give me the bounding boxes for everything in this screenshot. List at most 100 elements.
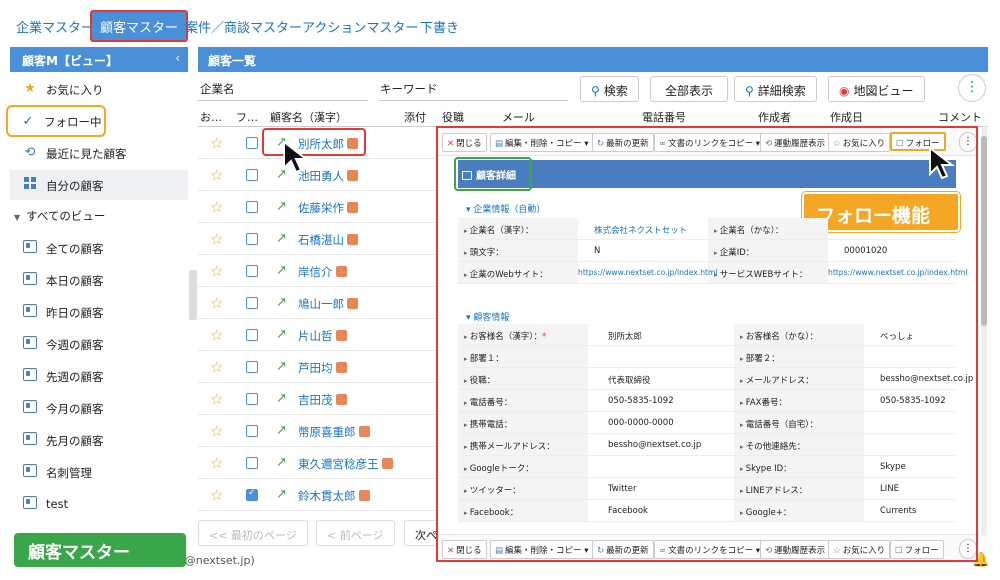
column-header-comment[interactable]: コメント <box>938 109 982 125</box>
star-outline-icon[interactable]: ☆ <box>210 454 223 472</box>
table-row[interactable]: ☆ ↗ 東久邇宮稔彦王 <box>198 447 438 479</box>
detail-more-button[interactable]: ⋮ <box>959 132 976 152</box>
follow-button[interactable]: ☐ フォロー <box>890 540 944 559</box>
tab-drafts[interactable]: 下書き <box>420 17 459 36</box>
detail-more-button[interactable]: ⋮ <box>959 539 976 559</box>
customer-name-link[interactable]: 吉田茂 <box>298 392 347 408</box>
customer-name-link[interactable]: 東久邇宮稔彦王 <box>298 456 393 472</box>
star-outline-icon[interactable]: ☆ <box>210 486 223 504</box>
follow-checkbox[interactable] <box>246 297 258 309</box>
copy-link-button[interactable]: ∞ 文書のリンクをコピー ▾ <box>654 540 766 559</box>
sidebar-item-my-customers[interactable]: 自分の顧客 <box>10 170 188 200</box>
customer-name-link[interactable]: 芦田均 <box>298 360 347 376</box>
customer-name-link[interactable]: 鈴木貫太郎 <box>298 488 370 504</box>
star-outline-icon[interactable]: ☆ <box>210 198 223 216</box>
advanced-search-button[interactable]: ⚲ 詳細検索 <box>734 76 817 102</box>
scrollbar-thumb[interactable] <box>981 136 987 326</box>
sidebar-view-item[interactable]: 名刺管理 <box>10 457 188 487</box>
table-row[interactable]: ☆ ↗ 幣原喜重郎 <box>198 415 438 447</box>
follow-checkbox[interactable] <box>246 169 258 181</box>
table-row[interactable]: ☆ ↗ 池田勇人 <box>198 159 438 191</box>
field-value[interactable]: https://www.nextset.co.jp/index.html <box>578 268 718 277</box>
main-scrollbar[interactable] <box>981 126 987 536</box>
follow-checkbox-checked[interactable] <box>246 488 258 501</box>
table-row[interactable]: ☆ ↗ 吉田茂 <box>198 383 438 415</box>
table-row[interactable]: ☆ ↗ 芦田均 <box>198 351 438 383</box>
edit-icon[interactable]: ↗ <box>276 231 287 246</box>
column-header-creator[interactable]: 作成者 <box>758 109 791 125</box>
first-page-button[interactable]: << 最初のページ <box>198 520 308 546</box>
sidebar-view-item[interactable]: 全ての顧客 <box>10 233 188 263</box>
star-outline-icon[interactable]: ☆ <box>210 358 223 376</box>
edit-icon[interactable]: ↗ <box>276 487 287 502</box>
table-row[interactable]: ☆ ↗ 鳩山一郎 <box>198 287 438 319</box>
sidebar-view-item[interactable]: 先週の顧客 <box>10 361 188 391</box>
sidebar-item-recent[interactable]: ⟲ 最近に見た顧客 <box>10 138 188 168</box>
table-row[interactable]: ☆ ↗ 石橋湛山 <box>198 223 438 255</box>
column-header-attachment[interactable]: 添付 <box>404 109 426 125</box>
panel-splitter-handle[interactable] <box>189 270 197 320</box>
customer-name-link[interactable]: 鳩山一郎 <box>298 296 358 312</box>
tab-action-master[interactable]: アクションマスター <box>302 17 418 36</box>
field-value[interactable]: 株式会社ネクストセット <box>594 224 687 236</box>
star-outline-icon[interactable]: ☆ <box>210 422 223 440</box>
star-outline-icon[interactable]: ☆ <box>210 230 223 248</box>
star-outline-icon[interactable]: ☆ <box>210 262 223 280</box>
column-header-follow[interactable]: フ… <box>236 109 258 125</box>
close-button[interactable]: ✕ 閉じる <box>442 540 487 559</box>
follow-checkbox[interactable] <box>246 201 258 213</box>
edit-icon[interactable]: ↗ <box>276 359 287 374</box>
customer-name-link[interactable]: 片山哲 <box>298 328 347 344</box>
section-title-company[interactable]: ▾ 企業情報（自動） <box>466 202 545 215</box>
follow-checkbox[interactable] <box>246 233 258 245</box>
edit-icon[interactable]: ↗ <box>276 327 287 342</box>
column-header-created[interactable]: 作成日 <box>830 109 863 125</box>
sidebar-item-following[interactable]: ✓ フォロー中 <box>6 105 106 137</box>
tab-customer-master[interactable]: 顧客マスター <box>90 10 189 42</box>
table-row[interactable]: ☆ ↗ 片山哲 <box>198 319 438 351</box>
edit-icon[interactable]: ↗ <box>276 295 287 310</box>
favorite-button[interactable]: ☆ お気に入り <box>828 540 891 559</box>
copy-link-button[interactable]: ∞ 文書のリンクをコピー ▾ <box>654 133 766 152</box>
refresh-button[interactable]: ↻ 最新の更新 <box>592 540 654 559</box>
table-row[interactable]: ☆ ↗ 岸信介 <box>198 255 438 287</box>
history-button[interactable]: ⟲ 運動履歴表示 <box>760 540 831 559</box>
sidebar-view-item[interactable]: 本日の顧客 <box>10 265 188 295</box>
show-all-button[interactable]: 全部表示 <box>650 76 729 102</box>
star-outline-icon[interactable]: ☆ <box>210 134 223 152</box>
follow-checkbox[interactable] <box>246 361 258 373</box>
table-row[interactable]: ☆ ↗ 別所太郎 <box>198 127 438 159</box>
sidebar-group-all-views[interactable]: ▼ すべてのビュー <box>14 208 105 224</box>
edit-icon[interactable]: ↗ <box>276 391 287 406</box>
star-outline-icon[interactable]: ☆ <box>210 294 223 312</box>
company-filter-input[interactable] <box>198 100 368 101</box>
edit-icon[interactable]: ↗ <box>276 199 287 214</box>
customer-name-link[interactable]: 佐藤栄作 <box>298 200 358 216</box>
table-row[interactable]: ☆ ↗ 佐藤栄作 <box>198 191 438 223</box>
chevron-left-icon[interactable]: ‹ <box>175 51 180 65</box>
tab-company-master[interactable]: 企業マスター <box>16 17 94 36</box>
history-button[interactable]: ⟲ 運動履歴表示 <box>760 133 831 152</box>
star-outline-icon[interactable]: ☆ <box>210 166 223 184</box>
edit-icon[interactable]: ↗ <box>276 423 287 438</box>
sidebar-view-item[interactable]: 今週の顧客 <box>10 329 188 359</box>
sidebar-view-item[interactable]: 昨日の顧客 <box>10 297 188 327</box>
prev-page-button[interactable]: < 前ページ <box>316 520 395 546</box>
column-header-title[interactable]: 役職 <box>442 109 464 125</box>
keyword-filter-input[interactable] <box>378 100 568 101</box>
more-menu-button[interactable]: ⋮ <box>958 74 986 102</box>
edit-menu-button[interactable]: ▤ 編集・削除・コピー ▾ <box>490 540 594 559</box>
follow-checkbox[interactable] <box>246 425 258 437</box>
edit-icon[interactable]: ↗ <box>276 263 287 278</box>
star-outline-icon[interactable]: ☆ <box>210 390 223 408</box>
map-view-button[interactable]: ◉ 地図ビュー <box>828 76 925 102</box>
sidebar-view-item[interactable]: test <box>10 489 188 519</box>
refresh-button[interactable]: ↻ 最新の更新 <box>592 133 654 152</box>
edit-icon[interactable]: ↗ <box>276 455 287 470</box>
customer-name-link[interactable]: 石橋湛山 <box>298 232 358 248</box>
sidebar-item-favorites[interactable]: ★ お気に入り <box>10 74 188 104</box>
follow-checkbox[interactable] <box>246 393 258 405</box>
table-row[interactable]: ☆ ↗ 鈴木貫太郎 <box>198 479 438 511</box>
close-button[interactable]: ✕ 閉じる <box>442 133 487 152</box>
customer-name-link[interactable]: 岸信介 <box>298 264 347 280</box>
